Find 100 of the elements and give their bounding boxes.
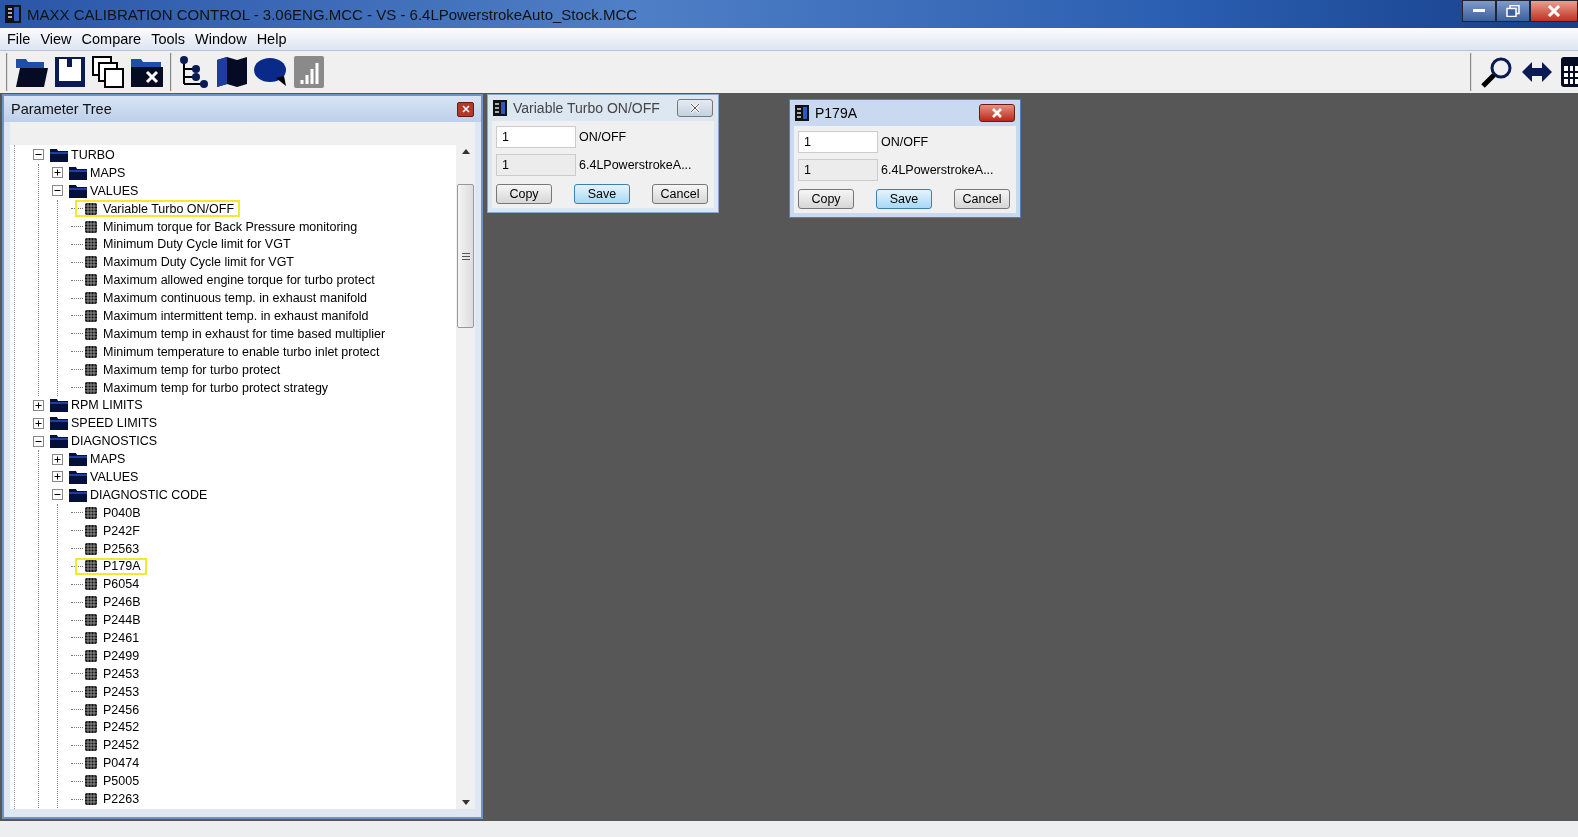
dialog-button[interactable]: Save — [876, 189, 932, 209]
save-icon[interactable] — [54, 56, 86, 88]
close-folder-icon[interactable] — [130, 56, 164, 88]
tree-folder[interactable]: VALUES — [90, 469, 139, 484]
tree-item[interactable]: P0474 — [103, 756, 140, 771]
grid-icon — [85, 292, 97, 305]
menu-item[interactable]: Window — [190, 31, 252, 47]
grid-icon — [85, 506, 97, 519]
close-icon — [1547, 5, 1561, 17]
tree-folder[interactable]: DIAGNOSTICS — [71, 434, 158, 449]
app-icon — [795, 105, 809, 121]
tree-item[interactable]: Minimum temperature to enable turbo inlet protect — [103, 344, 380, 359]
tree-folder[interactable]: RPM LIMITS — [71, 398, 143, 413]
dialog-button[interactable]: Copy — [798, 189, 854, 209]
menu-item[interactable]: View — [35, 31, 77, 47]
expand-icon[interactable] — [52, 167, 63, 179]
grid-icon — [85, 578, 97, 591]
calculator-icon[interactable] — [1560, 56, 1578, 88]
open-folder-icon[interactable] — [14, 56, 48, 88]
search-icon[interactable] — [1480, 56, 1514, 88]
tree-item[interactable]: P6054 — [103, 577, 140, 592]
close-button[interactable] — [979, 104, 1015, 122]
tree-item[interactable]: P2499 — [103, 648, 140, 663]
bar-chart-icon[interactable] — [294, 56, 324, 88]
vertical-scrollbar[interactable] — [456, 145, 475, 809]
tree-item[interactable]: Minimum torque for Back Pressure monitoring — [103, 219, 358, 234]
expand-icon[interactable] — [33, 399, 44, 411]
tree-item[interactable]: Maximum Duty Cycle limit for VGT — [103, 255, 294, 270]
tree-item[interactable]: Maximum intermittent temp. in exhaust manifold — [103, 308, 369, 323]
tree-item[interactable]: P244B — [103, 613, 141, 628]
folder-icon — [50, 434, 68, 449]
tree-folder[interactable]: MAPS — [90, 452, 126, 467]
tree-item[interactable]: P2453 — [103, 684, 140, 699]
double-arrow-icon[interactable] — [1522, 60, 1552, 84]
tree-item[interactable]: Maximum temp for turbo protect — [103, 362, 281, 377]
close-button[interactable] — [1530, 0, 1578, 22]
expand-icon[interactable] — [52, 471, 63, 483]
menu-item[interactable]: Tools — [146, 31, 191, 47]
tree-item[interactable]: Minimum Duty Cycle limit for VGT — [103, 237, 291, 252]
restore-button[interactable] — [1496, 0, 1530, 22]
tree-item[interactable]: P179A — [103, 559, 141, 574]
tree-item[interactable]: Maximum continuous temp. in exhaust manifold — [103, 291, 367, 306]
tree-structure-icon[interactable] — [178, 56, 210, 88]
tree-item[interactable]: P242F — [103, 523, 140, 538]
menu-item[interactable]: File — [2, 31, 36, 47]
close-button[interactable] — [677, 99, 713, 117]
tree-item[interactable]: P2461 — [103, 631, 140, 645]
minimize-icon — [1473, 9, 1485, 13]
tree-item[interactable]: P2263 — [103, 792, 140, 806]
tree-item[interactable]: P2452 — [103, 738, 140, 753]
expand-icon[interactable] — [52, 453, 63, 465]
value-field[interactable]: 1 — [496, 126, 576, 148]
close-button[interactable] — [457, 101, 474, 117]
tree-item[interactable]: Maximum temp in exhaust for time based multiplier — [103, 326, 386, 341]
tree-item[interactable]: P2453 — [103, 666, 140, 681]
speech-bubble-icon[interactable] — [254, 56, 288, 88]
tree-item[interactable]: P246B — [103, 595, 141, 610]
scrollbar-thumb[interactable] — [457, 184, 474, 328]
tree-folder[interactable]: VALUES — [90, 183, 139, 198]
tree-folder[interactable]: DIAGNOSTIC CODE — [90, 487, 208, 502]
reference-value-field[interactable]: 1 — [798, 159, 878, 181]
grid-icon — [85, 327, 97, 340]
grid-icon — [85, 256, 97, 269]
tree-folder[interactable]: SPEED LIMITS — [71, 416, 158, 431]
value-field[interactable]: 1 — [798, 131, 878, 153]
tree-item[interactable]: P040B — [103, 505, 141, 520]
menu-item[interactable]: Help — [251, 31, 292, 47]
scroll-up-icon[interactable] — [461, 149, 470, 154]
tree-item[interactable]: Variable Turbo ON/OFF — [103, 201, 235, 216]
tree-item[interactable]: P5005 — [103, 774, 140, 789]
grid-icon — [85, 274, 97, 287]
tree-folder[interactable]: MAPS — [90, 165, 126, 180]
grid-icon — [85, 667, 97, 680]
scroll-down-icon[interactable] — [461, 800, 470, 805]
collapse-icon[interactable] — [52, 489, 63, 501]
menu-item[interactable]: Compare — [76, 31, 147, 47]
grid-icon — [85, 238, 97, 251]
reference-value-field[interactable]: 1 — [496, 154, 576, 176]
dialog-button[interactable]: Copy — [496, 184, 552, 204]
grid-icon — [85, 793, 97, 805]
tree-item[interactable]: P2456 — [103, 702, 140, 717]
collapse-icon[interactable] — [33, 435, 44, 447]
copy-files-icon[interactable] — [92, 56, 124, 88]
expand-icon[interactable] — [33, 417, 44, 429]
grid-icon — [85, 363, 97, 376]
dialog-button[interactable]: Cancel — [652, 184, 708, 204]
folder-icon — [69, 183, 87, 198]
dialog-button[interactable]: Save — [574, 184, 630, 204]
tree-item[interactable]: Maximum temp for turbo protect strategy — [103, 380, 329, 395]
tree-folder[interactable]: TURBO — [71, 147, 115, 162]
collapse-icon[interactable] — [33, 149, 44, 161]
map-icon[interactable] — [216, 56, 248, 88]
minimize-button[interactable] — [1462, 0, 1496, 22]
dialog-button[interactable]: Cancel — [954, 189, 1010, 209]
grid-icon — [85, 345, 97, 358]
collapse-icon[interactable] — [52, 185, 63, 197]
tree-item[interactable]: Maximum allowed engine torque for turbo protect — [103, 273, 375, 288]
tree-item[interactable]: P2563 — [103, 541, 140, 556]
tree-item[interactable]: P2452 — [103, 720, 140, 735]
close-icon — [689, 103, 701, 113]
